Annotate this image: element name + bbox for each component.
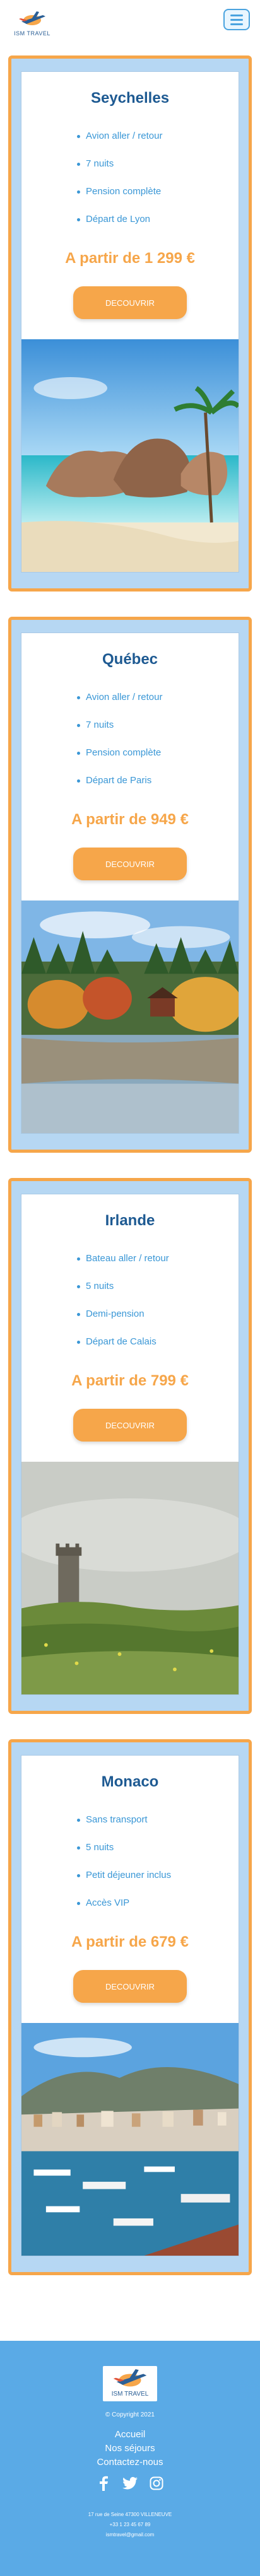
discover-button[interactable]: DECOUVRIR <box>73 286 187 319</box>
site-header: ISM TRAVEL <box>0 0 260 45</box>
footer-link-sejours[interactable]: Nos séjours <box>0 2442 260 2456</box>
feature-item: Départ de Paris <box>77 774 162 802</box>
airplane-logo-icon <box>19 11 45 25</box>
feature-item: Avion aller / retour <box>77 130 162 158</box>
feature-item: Départ de Calais <box>77 1336 169 1363</box>
feature-item: Avion aller / retour <box>77 691 162 719</box>
card-content: Seychelles Avion aller / retour 7 nuits … <box>21 71 239 573</box>
price: A partir de 679 € <box>71 1933 189 1950</box>
card-content: Monaco Sans transport 5 nuits Petit déje… <box>21 1755 239 2256</box>
price: A partir de 799 € <box>71 1372 189 1389</box>
feature-item: Bateau aller / retour <box>77 1252 169 1280</box>
card-title: Seychelles <box>90 90 170 107</box>
feature-item: 7 nuits <box>77 158 162 185</box>
feature-item: 7 nuits <box>77 719 162 747</box>
twitter-icon[interactable] <box>122 2476 138 2491</box>
social-links <box>0 2476 260 2491</box>
trip-card-seychelles: Seychelles Avion aller / retour 7 nuits … <box>8 55 252 592</box>
copyright: © Copyright 2021 <box>105 2411 155 2418</box>
feature-list: Sans transport 5 nuits Petit déjeuner in… <box>77 1814 171 1925</box>
destination-image <box>21 2023 239 2256</box>
footer-address: 17 rue de Seine 47300 VILLENEUVE <box>88 2512 172 2517</box>
price: A partir de 1 299 € <box>65 250 195 267</box>
destination-image <box>21 1462 239 1694</box>
discover-button[interactable]: DECOUVRIR <box>73 848 187 880</box>
destination-image <box>21 339 239 572</box>
footer-logo-text: ISM TRAVEL <box>111 2391 149 2398</box>
footer-logo[interactable]: ISM TRAVEL <box>103 2366 157 2401</box>
hamburger-menu-icon <box>230 14 243 16</box>
site-footer: ISM TRAVEL © Copyright 2021 Accueil Nos … <box>0 2341 260 2576</box>
feature-item: Pension complète <box>77 185 162 213</box>
instagram-icon[interactable] <box>149 2476 164 2491</box>
trip-card-monaco: Monaco Sans transport 5 nuits Petit déje… <box>8 1739 252 2275</box>
footer-phone[interactable]: +33 1 23 45 67 89 <box>0 2520 260 2530</box>
feature-item: Départ de Lyon <box>77 213 162 241</box>
footer-contact: 17 rue de Seine 47300 VILLENEUVE +33 1 2… <box>0 2510 260 2540</box>
feature-item: Demi-pension <box>77 1308 169 1336</box>
logo[interactable]: ISM TRAVEL <box>13 9 52 37</box>
card-title: Monaco <box>101 1773 159 1790</box>
trip-card-quebec: Québec Avion aller / retour 7 nuits Pens… <box>8 617 252 1153</box>
feature-list: Avion aller / retour 7 nuits Pension com… <box>77 691 162 802</box>
discover-button[interactable]: DECOUVRIR <box>73 1970 187 2003</box>
feature-item: Sans transport <box>77 1814 171 1841</box>
airplane-logo-icon <box>113 2369 147 2387</box>
feature-item: 5 nuits <box>77 1280 169 1308</box>
destination-image <box>21 900 239 1133</box>
card-content: Irlande Bateau aller / retour 5 nuits De… <box>21 1194 239 1695</box>
feature-item: Petit déjeuner inclus <box>77 1869 171 1897</box>
trip-card-irlande: Irlande Bateau aller / retour 5 nuits De… <box>8 1178 252 1714</box>
facebook-icon[interactable] <box>96 2476 111 2491</box>
footer-link-accueil[interactable]: Accueil <box>0 2428 260 2442</box>
card-title: Irlande <box>105 1212 155 1229</box>
feature-item: Pension complète <box>77 747 162 774</box>
feature-item: Accès VIP <box>77 1897 171 1925</box>
logo-text: ISM TRAVEL <box>14 30 50 37</box>
discover-button[interactable]: DECOUVRIR <box>73 1409 187 1442</box>
card-title: Québec <box>102 651 158 668</box>
feature-item: 5 nuits <box>77 1841 171 1869</box>
card-content: Québec Avion aller / retour 7 nuits Pens… <box>21 632 239 1134</box>
footer-nav: Accueil Nos séjours Contactez-nous <box>0 2428 260 2469</box>
feature-list: Bateau aller / retour 5 nuits Demi-pensi… <box>77 1252 169 1363</box>
footer-email[interactable]: ismtravel@gmail.com <box>0 2530 260 2540</box>
footer-link-contact[interactable]: Contactez-nous <box>0 2456 260 2469</box>
price: A partir de 949 € <box>71 811 189 828</box>
feature-list: Avion aller / retour 7 nuits Pension com… <box>77 130 162 241</box>
hamburger-menu-button[interactable] <box>223 9 250 30</box>
